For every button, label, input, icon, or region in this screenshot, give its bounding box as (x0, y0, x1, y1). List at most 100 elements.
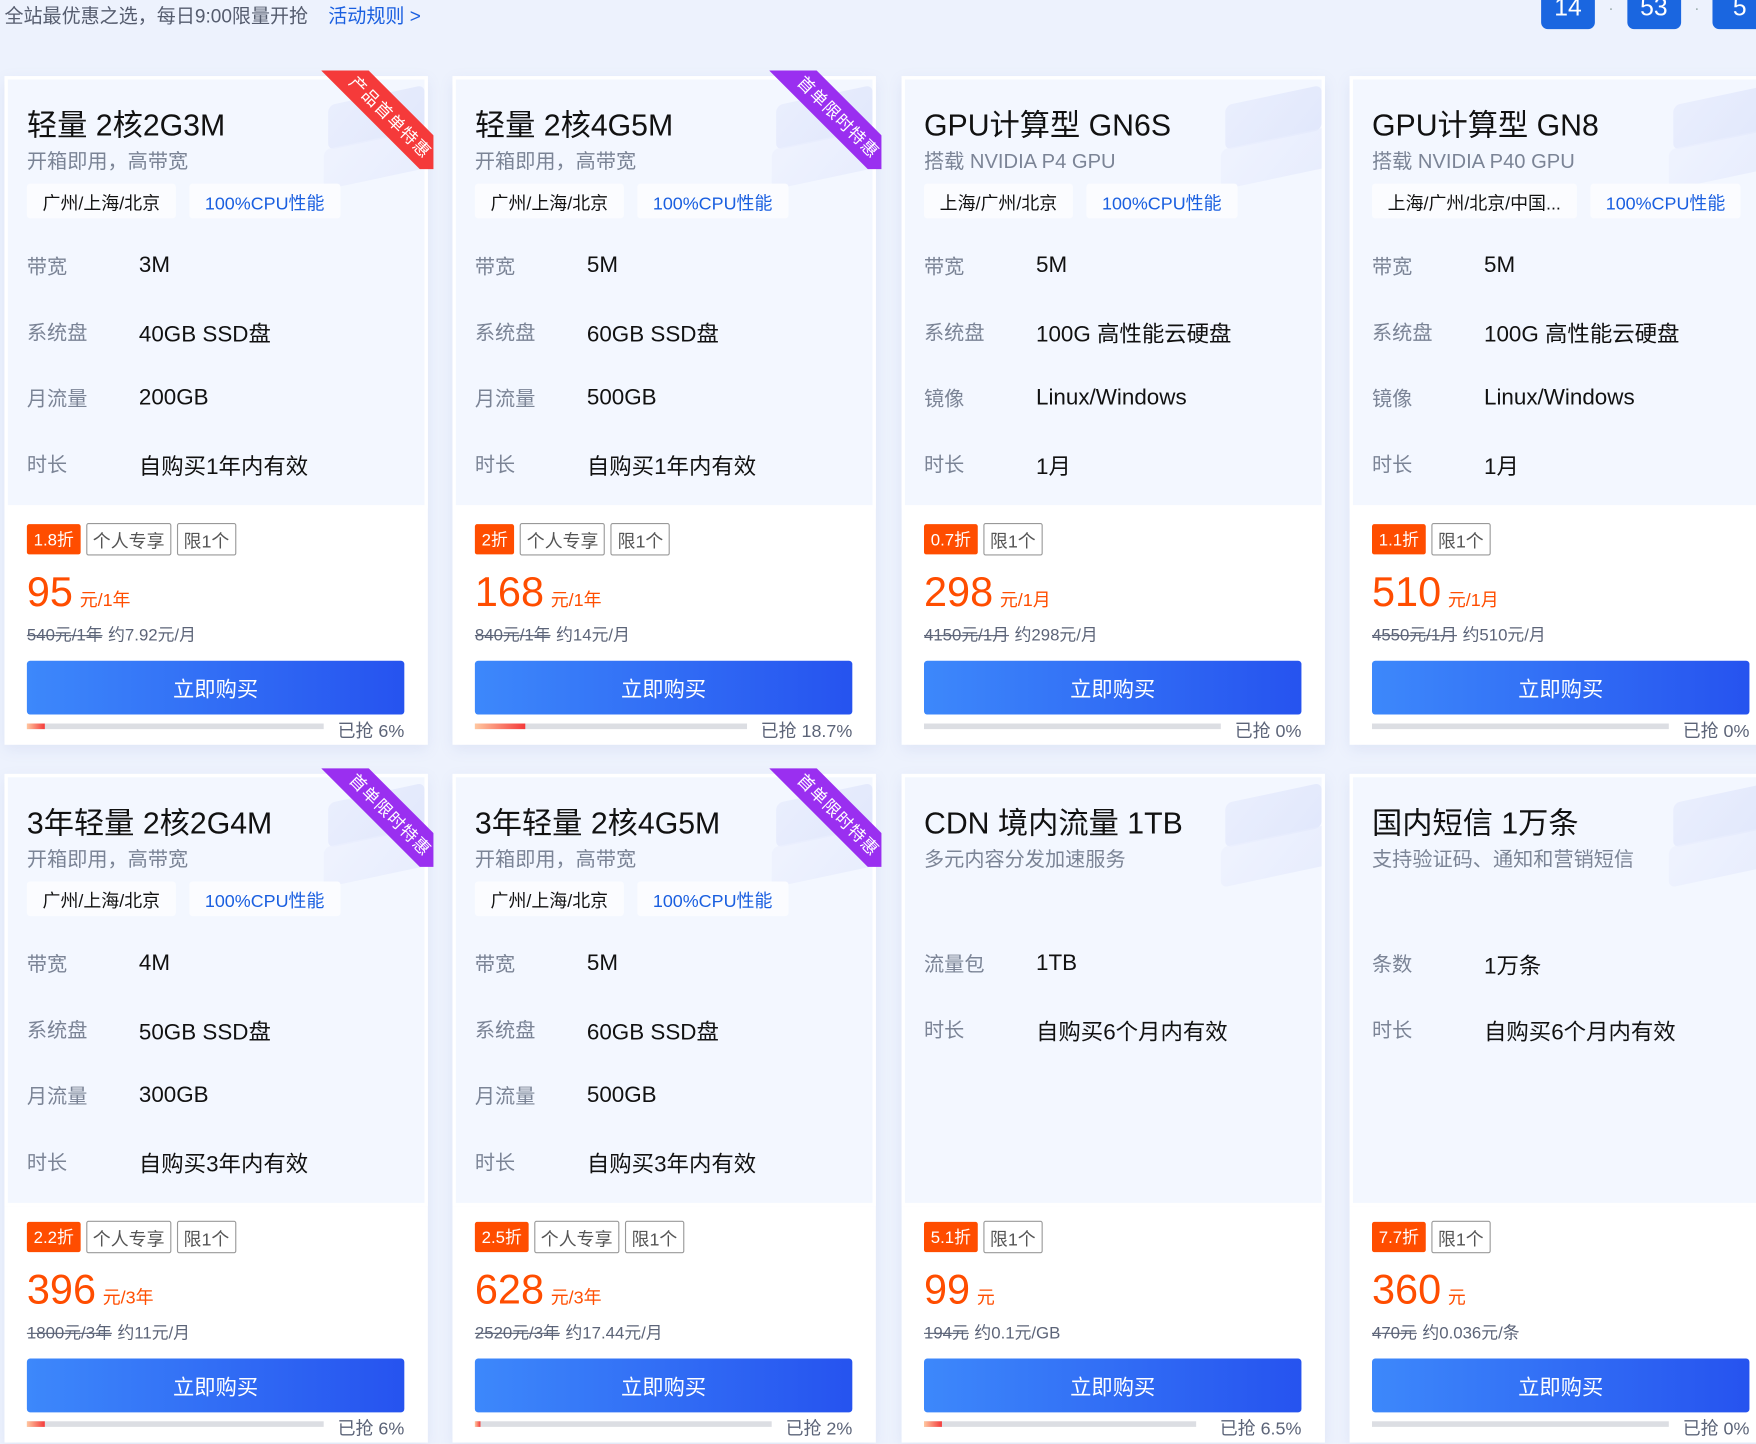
sold-progress-bar (26, 1421, 324, 1427)
badge-list: 0.7折 限1个 (924, 523, 1043, 556)
performance-tag: 100%CPU性能 (637, 881, 789, 917)
original-price: 540元/1年 (26, 626, 103, 646)
spec-label: 时长 (474, 453, 516, 476)
original-price: 4150元/1月 (924, 626, 1009, 646)
countdown-separator: · (1694, 0, 1700, 17)
buy-now-button[interactable]: 立即购买 (26, 660, 405, 715)
sold-progress-bar (474, 723, 748, 730)
spec-row: 带宽 4M (27, 946, 170, 980)
limit-badge: 限1个 (176, 1220, 237, 1254)
original-price-line: 194元 约0.1元/GB (924, 1320, 1060, 1344)
spec-value: 5M (586, 252, 619, 278)
limit-badge: 限1个 (983, 1220, 1043, 1254)
buy-now-button[interactable]: 立即购买 (474, 1358, 853, 1413)
product-subtitle: 搭载 NVIDIA P4 GPU (924, 150, 1116, 173)
activity-rules-link[interactable]: 活动规则 > (328, 6, 421, 27)
spec-row: 时长 自购买1年内有效 (27, 447, 308, 481)
spec-value: 100G 高性能云硬盘 (1036, 322, 1232, 347)
buy-now-button[interactable]: 立即购买 (26, 1358, 405, 1413)
price-amount: 95 (26, 568, 73, 615)
sold-progress-fill (26, 1421, 45, 1427)
spec-label: 带宽 (26, 255, 68, 278)
spec-row: 系统盘 40GB SSD盘 (27, 315, 271, 349)
price-amount: 168 (474, 568, 545, 615)
region-tag: 广州/上海/北京 (26, 183, 176, 219)
spec-label: 带宽 (474, 953, 516, 976)
discount-badge: 5.1折 (924, 1221, 978, 1253)
ribbon-label: 产品首单特惠 (321, 70, 434, 170)
region-tag: 广州/上海/北京 (474, 183, 624, 219)
price-unit: 元 (1447, 1289, 1466, 1309)
spec-label: 镜像 (1372, 387, 1413, 410)
product-card: GPU计算型 GN6S 搭载 NVIDIA P4 GPU 上海/广州/北京 100%C… (901, 76, 1325, 745)
spec-label: 时长 (474, 1151, 516, 1174)
original-price-line: 540元/1年 约7.92元/月 (27, 623, 196, 647)
limit-badge: 限1个 (1431, 523, 1491, 556)
buy-now-button[interactable]: 立即购买 (1372, 1358, 1750, 1413)
product-subtitle: 支持验证码、通知和营销短信 (1372, 847, 1635, 871)
performance-tag: 100%CPU性能 (189, 183, 341, 219)
spec-value: 50GB SSD盘 (138, 1019, 271, 1045)
performance-tag: 100%CPU性能 (189, 881, 341, 917)
buy-now-button[interactable]: 立即购买 (474, 660, 853, 715)
countdown-separator: · (1608, 0, 1614, 17)
spec-row: 带宽 5M (924, 249, 1067, 283)
region-tag: 广州/上海/北京 (474, 881, 624, 917)
original-price-line: 840元/1年 约14元/月 (475, 623, 630, 647)
spec-row: 镜像 Linux/Windows (1372, 381, 1635, 415)
spec-label: 系统盘 (474, 321, 536, 344)
product-subtitle: 开箱即用，高带宽 (474, 150, 637, 173)
spec-value: 自购买3年内有效 (138, 1151, 309, 1177)
product-subtitle: 开箱即用，高带宽 (26, 847, 189, 871)
price-unit: 元/3年 (550, 1289, 602, 1309)
spec-row: 系统盘 60GB SSD盘 (475, 315, 719, 349)
buy-now-button[interactable]: 立即购买 (924, 660, 1302, 715)
spec-label: 时长 (924, 453, 965, 476)
spec-value: 1TB (1036, 950, 1078, 975)
spec-label: 系统盘 (26, 1019, 88, 1042)
sold-progress-bar (924, 723, 1221, 730)
spec-value: 自购买6个月内有效 (1484, 1019, 1676, 1045)
spec-row: 系统盘 50GB SSD盘 (27, 1012, 271, 1046)
tag-list: 广州/上海/北京 100%CPU性能 (26, 881, 341, 917)
spec-row: 带宽 5M (475, 946, 618, 980)
price: 510 元/1月 (1372, 569, 1499, 616)
promo-header: 全站最优惠之选，每日9:00限量开抢 活动规则 > (4, 0, 420, 28)
spec-row: 时长 1月 (1372, 447, 1519, 481)
spec-value: 60GB SSD盘 (586, 1019, 719, 1045)
badge-list: 2.2折 个人专享 限1个 (26, 1220, 237, 1254)
slogan: 全站最优惠之选，每日9:00限量开抢 (4, 5, 309, 27)
original-price-line: 470元 约0.036元/条 (1372, 1320, 1520, 1344)
buy-now-button[interactable]: 立即购买 (924, 1358, 1302, 1413)
spec-label: 月流量 (26, 1085, 88, 1108)
sold-progress-fill (924, 1421, 942, 1427)
spec-value: 自购买3年内有效 (586, 1151, 757, 1177)
product-subtitle: 开箱即用，高带宽 (474, 847, 637, 871)
spec-row: 时长 自购买6个月内有效 (1372, 1012, 1676, 1046)
spec-value: 自购买1年内有效 (586, 454, 757, 479)
spec-row: 镜像 Linux/Windows (924, 381, 1187, 415)
region-tag: 广州/上海/北京 (26, 881, 176, 917)
product-title: GPU计算型 GN6S (924, 108, 1172, 143)
spec-row: 月流量 500GB (475, 1079, 657, 1113)
tag-list: 上海/广州/北京/中国... 100%CPU性能 (1372, 183, 1741, 219)
promo-ribbon: 产品首单特惠 (321, 70, 434, 170)
price-unit: 元/1月 (1447, 591, 1499, 611)
original-price: 194元 (924, 1323, 969, 1343)
spec-value: 1月 (1036, 454, 1071, 479)
spec-value: 1月 (1484, 454, 1519, 479)
product-title: CDN 境内流量 1TB (924, 806, 1183, 840)
spec-row: 月流量 500GB (475, 381, 657, 415)
countdown: 14 · 53 · 5 (1541, 0, 1756, 30)
limit-badge: 限1个 (610, 523, 671, 556)
spec-label: 镜像 (924, 387, 965, 410)
buy-now-button[interactable]: 立即购买 (1372, 660, 1750, 715)
price: 628 元/3年 (475, 1267, 602, 1314)
price: 360 元 (1372, 1267, 1466, 1314)
discount-badge: 2.5折 (474, 1221, 529, 1253)
monthly-price: 约0.036元/条 (1422, 1323, 1520, 1343)
spec-label: 带宽 (474, 255, 516, 278)
spec-label: 时长 (26, 1151, 68, 1174)
price: 95 元/1年 (27, 569, 131, 616)
tag-list: 广州/上海/北京 100%CPU性能 (474, 183, 789, 219)
